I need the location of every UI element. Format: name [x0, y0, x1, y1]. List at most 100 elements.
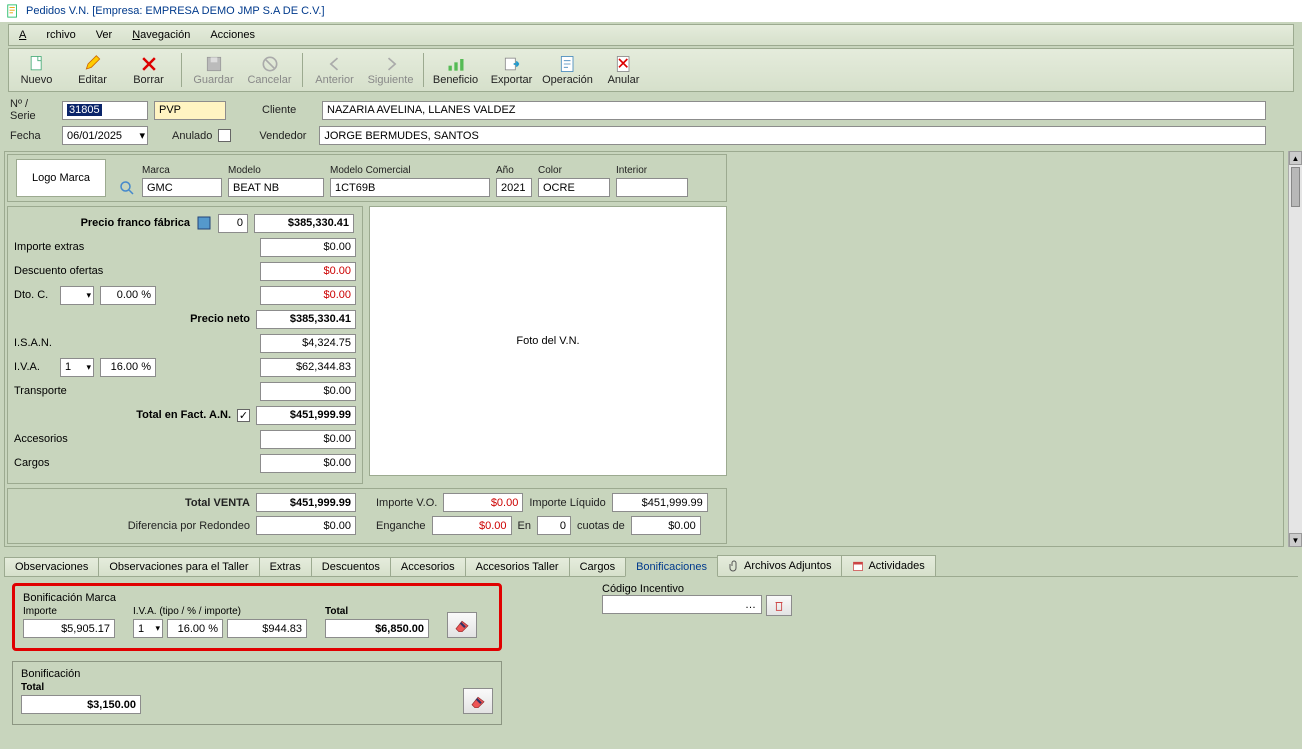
anulado-checkbox[interactable]: [218, 129, 231, 142]
scroll-down-icon[interactable]: ▼: [1289, 533, 1302, 547]
titlebar: Pedidos V.N. [Empresa: EMPRESA DEMO JMP …: [0, 0, 1302, 22]
eraser-button-1[interactable]: [447, 612, 477, 638]
pvp-field[interactable]: PVP: [154, 101, 226, 120]
exportar-button[interactable]: Exportar: [484, 49, 540, 91]
cliente-label: Cliente: [262, 104, 316, 116]
enganche[interactable]: $0.00: [432, 516, 512, 535]
vendedor-field[interactable]: JORGE BERMUDES, SANTOS: [319, 126, 1266, 145]
serie-field[interactable]: 31805: [62, 101, 148, 120]
marca-field[interactable]: GMC: [142, 178, 222, 197]
menu-acciones[interactable]: Acciones: [200, 27, 265, 43]
tab-descuentos[interactable]: Descuentos: [311, 557, 391, 576]
vertical-scrollbar[interactable]: ▲ ▼: [1288, 151, 1302, 547]
ano-field[interactable]: 2021: [496, 178, 532, 197]
calendar-icon: [852, 559, 864, 573]
clear-icon: [772, 599, 786, 613]
nuevo-button[interactable]: Nuevo: [9, 49, 65, 91]
dtoc-select[interactable]: [60, 286, 94, 305]
anular-button[interactable]: Anular: [596, 49, 652, 91]
beneficio-button[interactable]: Beneficio: [428, 49, 484, 91]
tab-cargos[interactable]: Cargos: [569, 557, 626, 576]
extras-value[interactable]: $0.00: [260, 238, 356, 257]
tab-actividades[interactable]: Actividades: [841, 555, 935, 576]
window-title: Pedidos V.N. [Empresa: EMPRESA DEMO JMP …: [26, 5, 325, 17]
scroll-thumb[interactable]: [1291, 167, 1300, 207]
codigo-incentivo-field[interactable]: …: [602, 595, 762, 614]
tfan-value[interactable]: $451,999.99: [256, 406, 356, 425]
codigo-incentivo-clear[interactable]: [766, 595, 792, 616]
descuento-value[interactable]: $0.00: [260, 262, 356, 281]
bonificaciones-panel: Bonificación Marca Importe$5,905.17 I.V.…: [4, 577, 1298, 749]
fecha-field[interactable]: 06/01/2025▾: [62, 126, 148, 145]
cancelar-button[interactable]: Cancelar: [242, 49, 298, 91]
isan-value[interactable]: $4,324.75: [260, 334, 356, 353]
borrar-button[interactable]: Borrar: [121, 49, 177, 91]
scroll-up-icon[interactable]: ▲: [1289, 151, 1302, 165]
tab-bonificaciones[interactable]: Bonificaciones: [625, 557, 718, 577]
anterior-button[interactable]: Anterior: [307, 49, 363, 91]
iva-pct[interactable]: 16.00 %: [100, 358, 156, 377]
tabs: Observaciones Observaciones para el Tall…: [4, 553, 1298, 577]
trans-value[interactable]: $0.00: [260, 382, 356, 401]
bonif-iva-tipo[interactable]: 1: [133, 619, 163, 638]
tab-accesorios[interactable]: Accesorios: [390, 557, 466, 576]
bonif-iva-pct[interactable]: 16.00 %: [167, 619, 223, 638]
modelo-comercial-field[interactable]: 1CT69B: [330, 178, 490, 197]
neto-value[interactable]: $385,330.41: [256, 310, 356, 329]
editar-button[interactable]: Editar: [65, 49, 121, 91]
dtoc-value[interactable]: $0.00: [260, 286, 356, 305]
vendedor-label: Vendedor: [259, 130, 313, 142]
tab-accesorios-taller[interactable]: Accesorios Taller: [465, 557, 570, 576]
operacion-button[interactable]: Operación: [540, 49, 596, 91]
acc-value[interactable]: $0.00: [260, 430, 356, 449]
dif-redondeo[interactable]: $0.00: [256, 516, 356, 535]
menubar: Archivo Ver Navegación Acciones: [8, 24, 1294, 46]
serie-label: Nº / Serie: [10, 98, 56, 122]
bonificacion-marca-group: Bonificación Marca Importe$5,905.17 I.V.…: [12, 583, 502, 651]
eraser-icon: [453, 618, 471, 632]
logo-marca[interactable]: Logo Marca: [16, 159, 106, 197]
tab-archivos-adjuntos[interactable]: Archivos Adjuntos: [717, 555, 842, 576]
totals-panel: Total VENTA $451,999.99 Importe V.O. $0.…: [7, 488, 727, 544]
toolbar: Nuevo Editar Borrar Guardar Cancelar Ant…: [8, 48, 1294, 92]
iva-select[interactable]: 1: [60, 358, 94, 377]
paperclip-icon: [728, 559, 740, 573]
cargos-value[interactable]: $0.00: [260, 454, 356, 473]
cuotas-value[interactable]: $0.00: [631, 516, 701, 535]
pff-code[interactable]: 0: [218, 214, 248, 233]
bonif-iva-importe[interactable]: $944.83: [227, 619, 307, 638]
bonificacion-group: Bonificación Total$3,150.00: [12, 661, 502, 725]
dtoc-pct[interactable]: 0.00 %: [100, 286, 156, 305]
calculator-icon[interactable]: [196, 215, 212, 231]
bonif-importe[interactable]: $5,905.17: [23, 619, 115, 638]
interior-field[interactable]: [616, 178, 688, 197]
iva-value[interactable]: $62,344.83: [260, 358, 356, 377]
vehicle-header: Logo Marca MarcaGMC ModeloBEAT NB Modelo…: [7, 154, 727, 202]
siguiente-button[interactable]: Siguiente: [363, 49, 419, 91]
total-venta[interactable]: $451,999.99: [256, 493, 356, 512]
fecha-label: Fecha: [10, 130, 56, 142]
menu-navegacion[interactable]: Navegación: [122, 27, 200, 43]
tfan-checkbox[interactable]: ✓: [237, 409, 250, 422]
menu-ver[interactable]: Ver: [86, 27, 123, 43]
modelo-field[interactable]: BEAT NB: [228, 178, 324, 197]
cliente-field[interactable]: NAZARIA AVELINA, LLANES VALDEZ: [322, 101, 1266, 120]
eraser-button-2[interactable]: [463, 688, 493, 714]
color-field[interactable]: OCRE: [538, 178, 610, 197]
menu-archivo[interactable]: Archivo: [9, 27, 86, 43]
tab-extras[interactable]: Extras: [259, 557, 312, 576]
tab-observaciones-taller[interactable]: Observaciones para el Taller: [98, 557, 259, 576]
pricing-panel: Precio franco fábrica 0 $385,330.41 Impo…: [7, 206, 363, 484]
header-row-1: Nº / Serie 31805 PVP Cliente NAZARIA AVE…: [0, 96, 1302, 124]
pff-value[interactable]: $385,330.41: [254, 214, 354, 233]
search-icon[interactable]: [118, 179, 136, 197]
importe-vo[interactable]: $0.00: [443, 493, 523, 512]
guardar-button[interactable]: Guardar: [186, 49, 242, 91]
document-icon: [6, 4, 20, 18]
importe-liquido[interactable]: $451,999.99: [612, 493, 708, 512]
bonif2-total[interactable]: $3,150.00: [21, 695, 141, 714]
header-row-2: Fecha 06/01/2025▾ Anulado Vendedor JORGE…: [0, 124, 1302, 147]
tab-observaciones[interactable]: Observaciones: [4, 557, 99, 576]
cuotas-count[interactable]: 0: [537, 516, 571, 535]
bonif-total[interactable]: $6,850.00: [325, 619, 429, 638]
